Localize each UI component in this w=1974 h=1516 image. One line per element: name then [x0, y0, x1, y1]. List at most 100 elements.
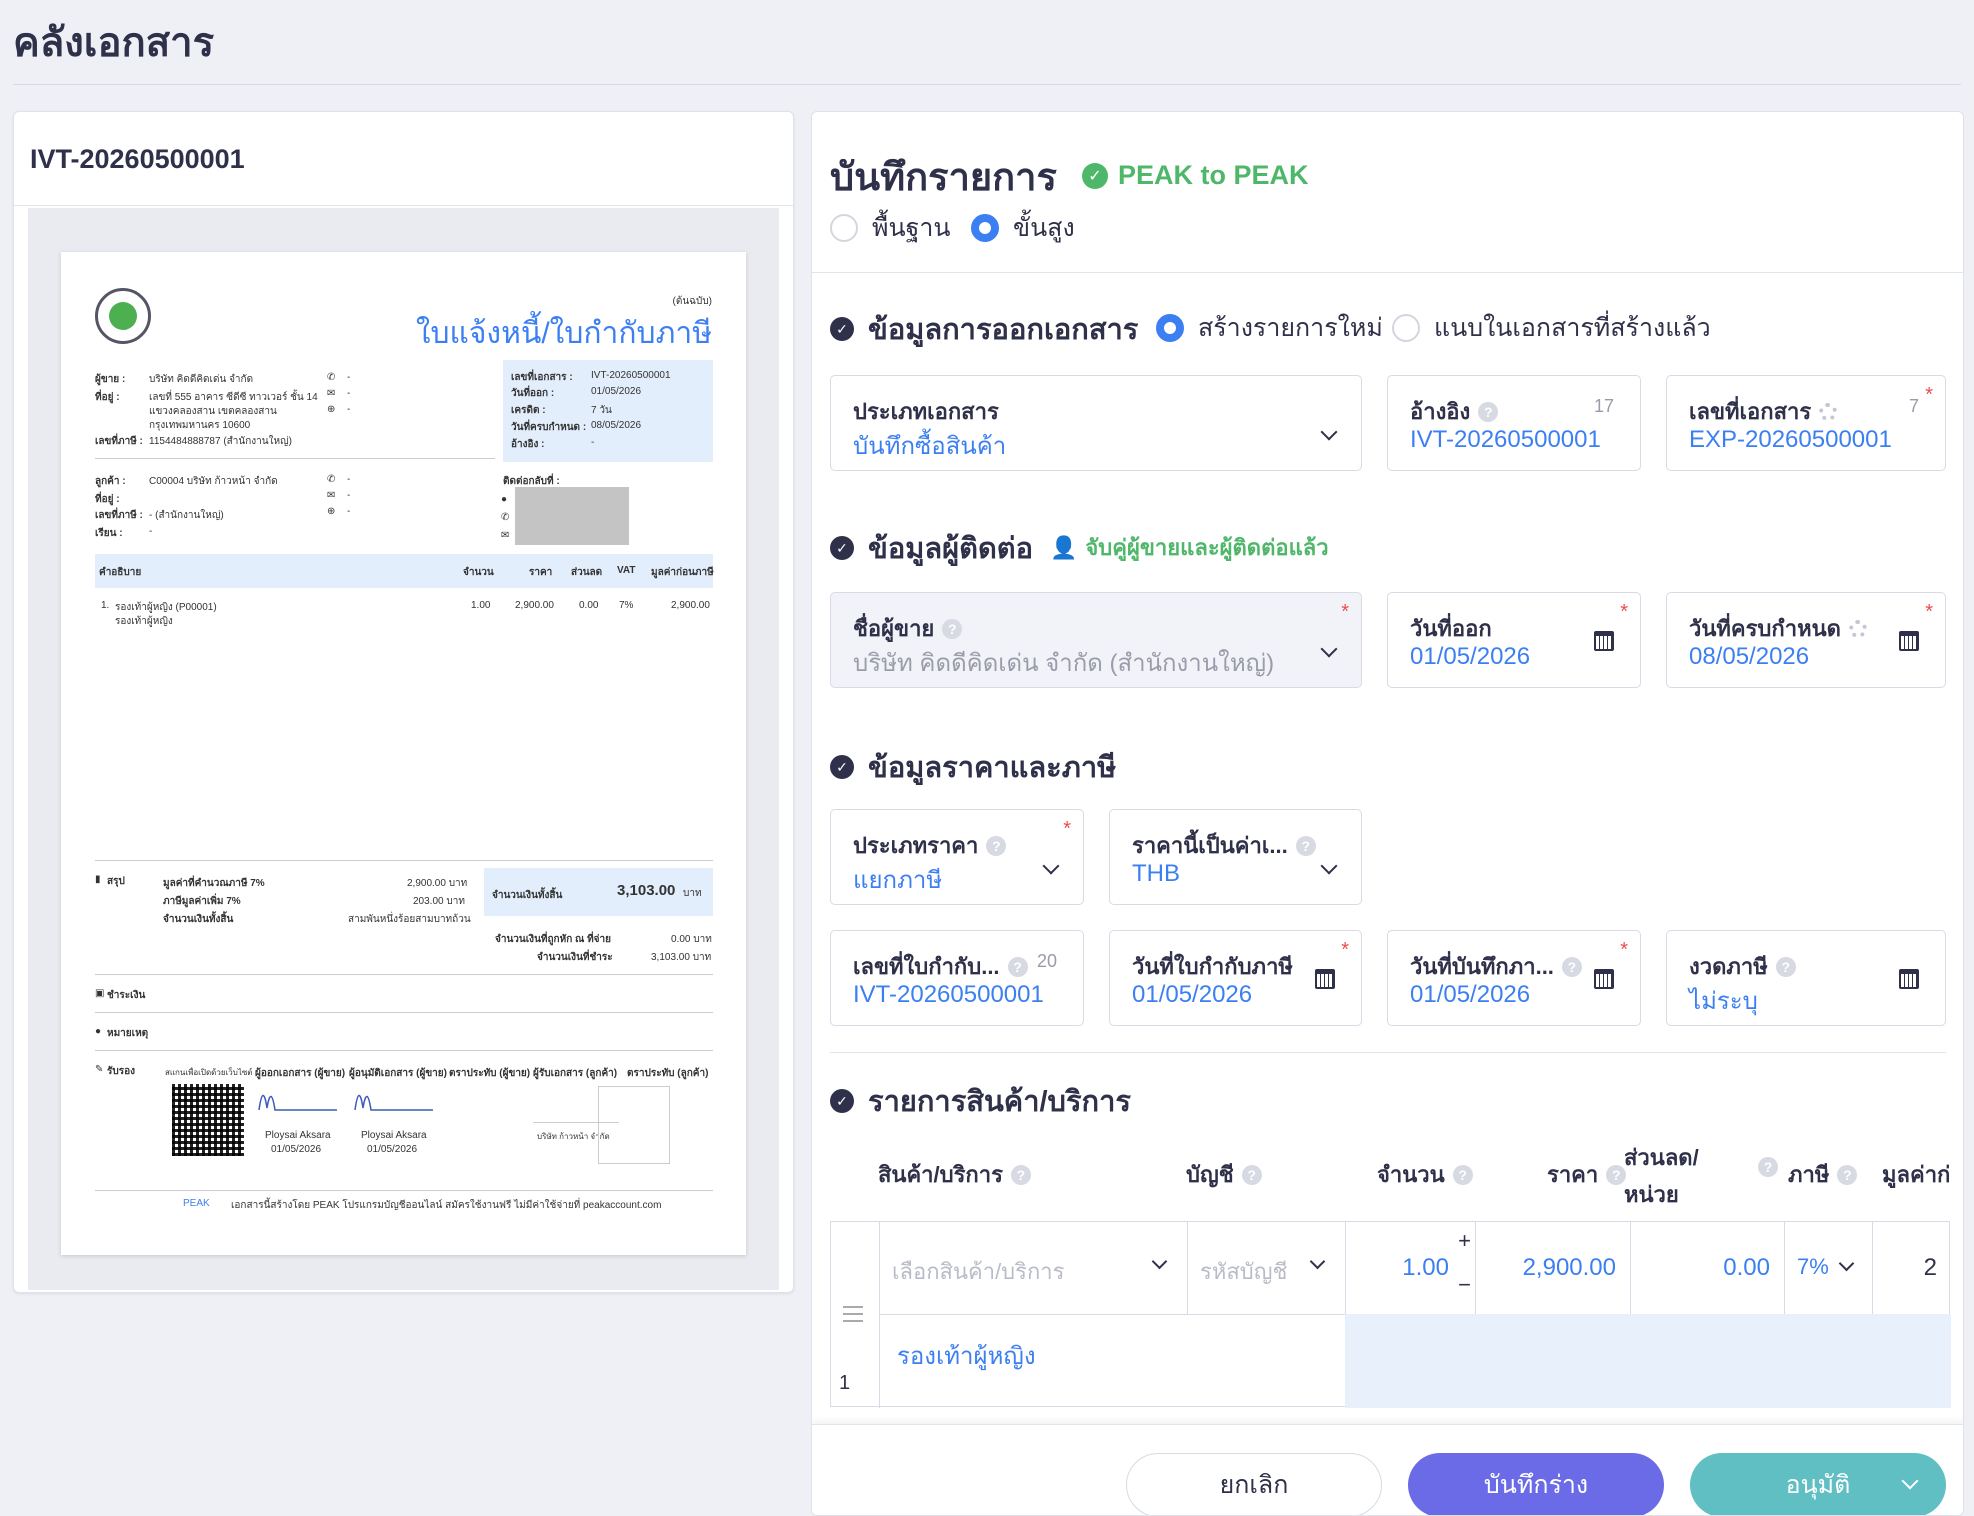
item-description[interactable]: รองเท้าผู้หญิง: [897, 1336, 1036, 1375]
value-input[interactable]: 2: [1872, 1222, 1951, 1314]
calendar-icon[interactable]: [1899, 969, 1919, 989]
contact-email-icon: ✉: [501, 530, 510, 541]
help-icon[interactable]: ?: [1452, 1164, 1473, 1185]
info-doc-value: IVT-20260500001: [591, 370, 671, 381]
help-icon[interactable]: ?: [942, 618, 963, 639]
receiver-label: ผู้รับเอกสาร (ลูกค้า): [533, 1068, 618, 1079]
qty-value: 1.00: [1402, 1254, 1449, 1281]
section-check-icon: ✓: [830, 317, 854, 341]
chevron-down-icon: [1151, 1253, 1168, 1270]
approve-button[interactable]: อนุมัติ: [1690, 1453, 1946, 1515]
help-icon[interactable]: ?: [1775, 956, 1796, 977]
signer-2-name: Ploysai Aksara: [361, 1130, 427, 1141]
vendor-select[interactable]: ชื่อผู้ขาย? * บริษัท คิดดีคิดเด่น จำกัด …: [830, 592, 1362, 688]
row-no: 1.: [101, 600, 110, 611]
col-discount-label-1: ส่วนลด/: [1624, 1145, 1699, 1170]
help-icon[interactable]: ?: [1837, 1164, 1858, 1185]
col-discount: ส่วนลด/หน่วย: [1624, 1140, 1699, 1212]
tax-invoice-date-value: 01/05/2026: [1132, 981, 1253, 1008]
mode-basic-label: พื้นฐาน: [872, 214, 951, 242]
help-icon[interactable]: ?: [1010, 1164, 1031, 1185]
reference-field[interactable]: อ้างอิง? 17 IVT-20260500001: [1387, 375, 1641, 471]
tax-period-field[interactable]: งวดภาษี? ไม่ระบุ: [1666, 930, 1946, 1026]
help-icon[interactable]: ?: [1561, 956, 1582, 977]
footer-divider: [95, 1190, 713, 1191]
help-icon[interactable]: ?: [986, 835, 1007, 856]
cust-email-icon: ✉: [327, 490, 336, 501]
plus-icon[interactable]: +: [1458, 1228, 1471, 1254]
help-icon[interactable]: ?: [1007, 956, 1028, 977]
calendar-icon[interactable]: [1594, 969, 1614, 989]
notes-label: หมายเหตุ: [107, 1028, 149, 1039]
minus-icon[interactable]: −: [1458, 1272, 1471, 1298]
chevron-down-icon: [1309, 1253, 1326, 1270]
qty-stepper[interactable]: 1.00 + −: [1345, 1222, 1475, 1314]
doc-number-char-count: 7: [1908, 396, 1919, 416]
calendar-icon[interactable]: [1315, 969, 1335, 989]
gear-icon[interactable]: [1848, 619, 1867, 638]
currency-select[interactable]: ราคานี้เป็นค่าเ...? THB: [1109, 809, 1362, 905]
col-product-label: สินค้า/บริการ: [878, 1162, 1003, 1187]
price-type-select[interactable]: ประเภทราคา? * แยกภาษี: [830, 809, 1084, 905]
product-select[interactable]: เลือกสินค้า/บริการ: [879, 1222, 1187, 1314]
item-extra-area[interactable]: [1345, 1314, 1951, 1408]
mode-advanced-radio[interactable]: ขั้นสูง: [971, 208, 1075, 248]
gear-icon[interactable]: [1819, 402, 1838, 421]
row-amount: 2,900.00: [671, 600, 710, 611]
due-date-field[interactable]: วันที่ครบกำหนด * 08/05/2026: [1666, 592, 1946, 688]
doc-number-field[interactable]: เลขที่เอกสาร 7 * EXP-20260500001: [1666, 375, 1946, 471]
calendar-icon[interactable]: [1594, 631, 1614, 651]
contact-phone-icon: ✆: [501, 512, 510, 523]
tax-invoice-date-label: วันที่ใบกำกับภาษี: [1132, 954, 1293, 979]
required-mark: *: [1925, 601, 1933, 623]
tax-invoice-value: IVT-20260500001: [853, 981, 1044, 1008]
col-account-label: บัญชี: [1186, 1162, 1234, 1187]
section-contact: ✓ ข้อมูลผู้ติดต่อ: [830, 525, 1033, 571]
check-circle-icon: ✓: [1082, 162, 1108, 189]
doc-number-value: EXP-20260500001: [1689, 426, 1892, 453]
tax-invoice-number-field[interactable]: เลขที่ใบกำกับ...? 20 IVT-20260500001: [830, 930, 1084, 1026]
tax-record-date-value: 01/05/2026: [1410, 981, 1531, 1008]
tax-select[interactable]: 7%: [1784, 1222, 1872, 1314]
issue-new-radio[interactable]: สร้างรายการใหม่: [1156, 308, 1383, 348]
vendor-value: บริษัท คิดดีคิดเด่น จำกัด (สำนักงานใหญ่): [853, 650, 1275, 677]
price-input[interactable]: 2,900.00: [1475, 1222, 1630, 1314]
tax-invoice-date-field[interactable]: วันที่ใบกำกับภาษี * 01/05/2026: [1109, 930, 1362, 1026]
issuer-label: ผู้ออกเอกสาร (ผู้ขาย): [255, 1068, 346, 1079]
col-product: สินค้า/บริการ?: [878, 1157, 1031, 1192]
drag-handle-icon[interactable]: [843, 1306, 863, 1322]
th-desc: คำอธิบาย: [99, 567, 142, 578]
price-type-label: ประเภทราคา: [853, 833, 979, 858]
doc-type-select[interactable]: ประเภทเอกสาร บันทึกซื้อสินค้า: [830, 375, 1362, 471]
section-check-icon: ✓: [830, 755, 854, 779]
calendar-icon[interactable]: [1899, 631, 1919, 651]
tax-record-date-field[interactable]: วันที่บันทึกภา...? * 01/05/2026: [1387, 930, 1641, 1026]
th-discount: ส่วนลด: [571, 567, 603, 578]
discount-input[interactable]: 0.00: [1630, 1222, 1784, 1314]
account-select[interactable]: รหัสบัญชี: [1187, 1222, 1345, 1314]
issue-attach-radio[interactable]: แนบในเอกสารที่สร้างแล้ว: [1392, 308, 1711, 348]
issue-date-field[interactable]: วันที่ออก * 01/05/2026: [1387, 592, 1641, 688]
help-icon[interactable]: ?: [1758, 1157, 1778, 1177]
help-icon[interactable]: ?: [1478, 401, 1499, 422]
paid-label: จำนวนเงินที่ชำระ: [537, 952, 613, 963]
row-discount: 0.00: [579, 600, 599, 611]
section-items-title: รายการสินค้า/บริการ: [868, 1086, 1131, 1118]
col-price: ราคา?: [1547, 1157, 1627, 1192]
mode-basic-radio[interactable]: พื้นฐาน: [830, 208, 951, 248]
tax-period-value: ไม่ระบุ: [1689, 988, 1758, 1015]
th-qty: จำนวน: [463, 567, 494, 578]
cancel-button[interactable]: ยกเลิก: [1126, 1453, 1382, 1515]
signer-2-date: 01/05/2026: [367, 1144, 418, 1155]
info-date-label: วันที่ออก :: [511, 388, 555, 399]
save-draft-button[interactable]: บันทึกร่าง: [1408, 1453, 1664, 1515]
payment-label: ชำระเงิน: [107, 990, 146, 1001]
help-icon[interactable]: ?: [1241, 1164, 1262, 1185]
issue-new-label: สร้างรายการใหม่: [1198, 314, 1383, 342]
section-check-icon: ✓: [830, 1089, 854, 1113]
qr-code[interactable]: [172, 1084, 244, 1156]
seller-divider: [95, 458, 495, 459]
due-date-label: วันที่ครบกำหนด: [1689, 616, 1841, 641]
chevron-down-icon[interactable]: [1901, 1472, 1919, 1490]
help-icon[interactable]: ?: [1295, 835, 1316, 856]
